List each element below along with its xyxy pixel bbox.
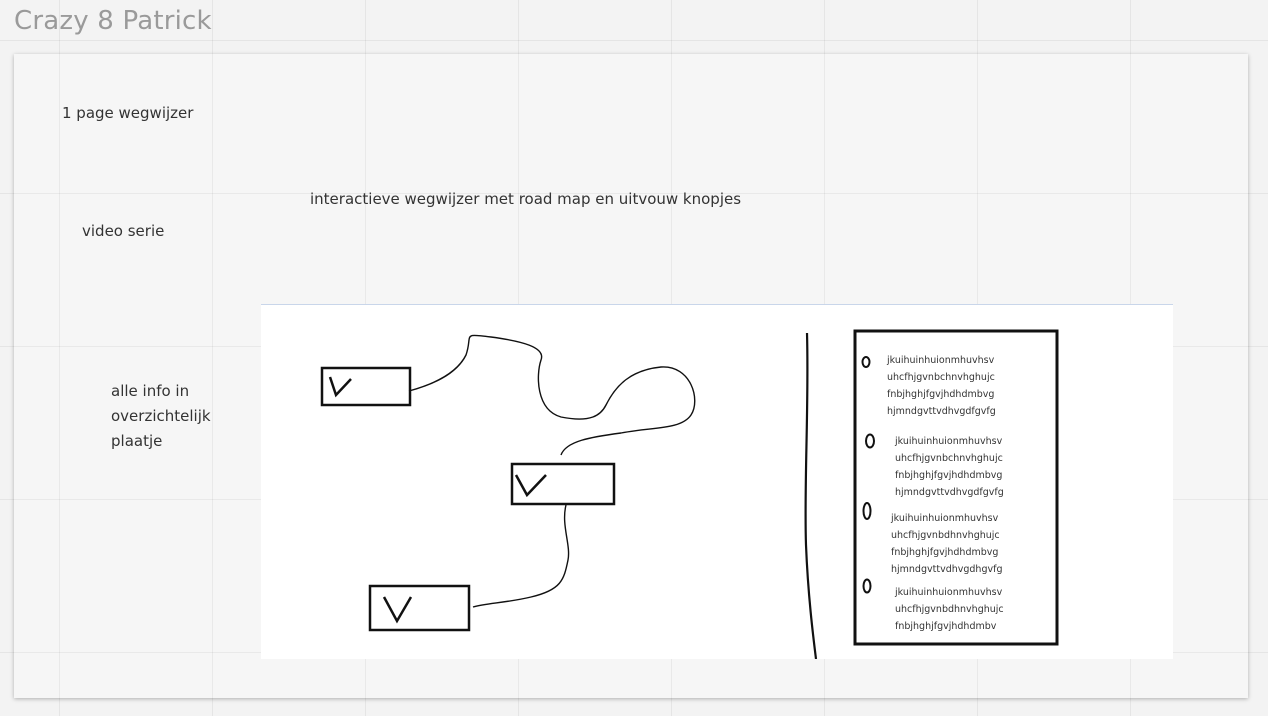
- scribble-line: jkuihuinhuionmhuvhsv: [886, 355, 995, 366]
- sticky-note-overview[interactable]: alle info in overzichtelijk plaatje: [111, 379, 231, 454]
- scribble-line: fnbjhghjfgvjhdhdmbv: [895, 621, 997, 632]
- check-icon: [328, 376, 352, 398]
- road-segment-1: [408, 334, 696, 456]
- info-bullets: [861, 356, 875, 594]
- check-icon: [514, 474, 547, 498]
- road-segment-2: [472, 504, 570, 608]
- scribble-line: fnbjhghjfgvjhdhdmbvg: [887, 389, 994, 400]
- road-box-2: [510, 462, 616, 506]
- road-map-sketch: jkuihuinhuionmhuvhsv uhcfhjgvnbchnvhghuj…: [320, 329, 1059, 659]
- scribble-line: uhcfhjgvnbdhnvhghujc: [891, 530, 1000, 541]
- scribble-block-2: jkuihuinhuionmhuvhsv uhcfhjgvnbchnvhghuj…: [894, 436, 1004, 498]
- sticky-note-one-page[interactable]: 1 page wegwijzer: [62, 101, 193, 126]
- scribble-line: uhcfhjgvnbchnvhghujc: [887, 372, 995, 383]
- scribble-line: uhcfhjgvnbchnvhghujc: [895, 453, 1003, 464]
- road-box-1: [320, 366, 412, 407]
- crazy-8-frame[interactable]: 1 page wegwijzer interactieve wegwijzer …: [14, 54, 1248, 698]
- sketch-image[interactable]: jkuihuinhuionmhuvhsv uhcfhjgvnbchnvhghuj…: [261, 304, 1173, 659]
- frame-title[interactable]: Crazy 8 Patrick: [14, 6, 212, 36]
- scribble-line: jkuihuinhuionmhuvhsv: [894, 436, 1003, 447]
- road-path: [408, 334, 696, 608]
- scribble-block-1: jkuihuinhuionmhuvhsv uhcfhjgvnbchnvhghuj…: [886, 355, 996, 417]
- scribble-line: uhcfhjgvnbdhnvhghujc: [895, 604, 1004, 615]
- scribble-line: hjmndgvttvdhvgdfgvfg: [887, 406, 996, 417]
- scribble-line: fnbjhghjfgvjhdhdmbvg: [895, 470, 1002, 481]
- sticky-note-interactive[interactable]: interactieve wegwijzer met road map en u…: [310, 187, 741, 212]
- road-box-3: [368, 584, 471, 632]
- scribble-block-4: jkuihuinhuionmhuvhsv uhcfhjgvnbdhnvhghuj…: [894, 587, 1004, 632]
- scribble-line: hjmndgvttvdhvgdhgvfg: [891, 564, 1002, 575]
- scribble-line: jkuihuinhuionmhuvhsv: [890, 513, 999, 524]
- scribble-block-3: jkuihuinhuionmhuvhsv uhcfhjgvnbdhnvhghuj…: [890, 513, 1002, 575]
- scribble-line: jkuihuinhuionmhuvhsv: [894, 587, 1003, 598]
- scribble-line: fnbjhghjfgvjhdhdmbvg: [891, 547, 998, 558]
- bullet-icon: [862, 502, 872, 520]
- sticky-note-video[interactable]: video serie: [82, 219, 164, 244]
- check-icon: [382, 596, 413, 624]
- bullet-icon: [862, 578, 872, 594]
- scribble-line: hjmndgvttvdhvgdfgvfg: [895, 487, 1004, 498]
- divider-line: [804, 332, 818, 659]
- bullet-icon: [861, 356, 871, 368]
- bullet-icon: [865, 433, 875, 449]
